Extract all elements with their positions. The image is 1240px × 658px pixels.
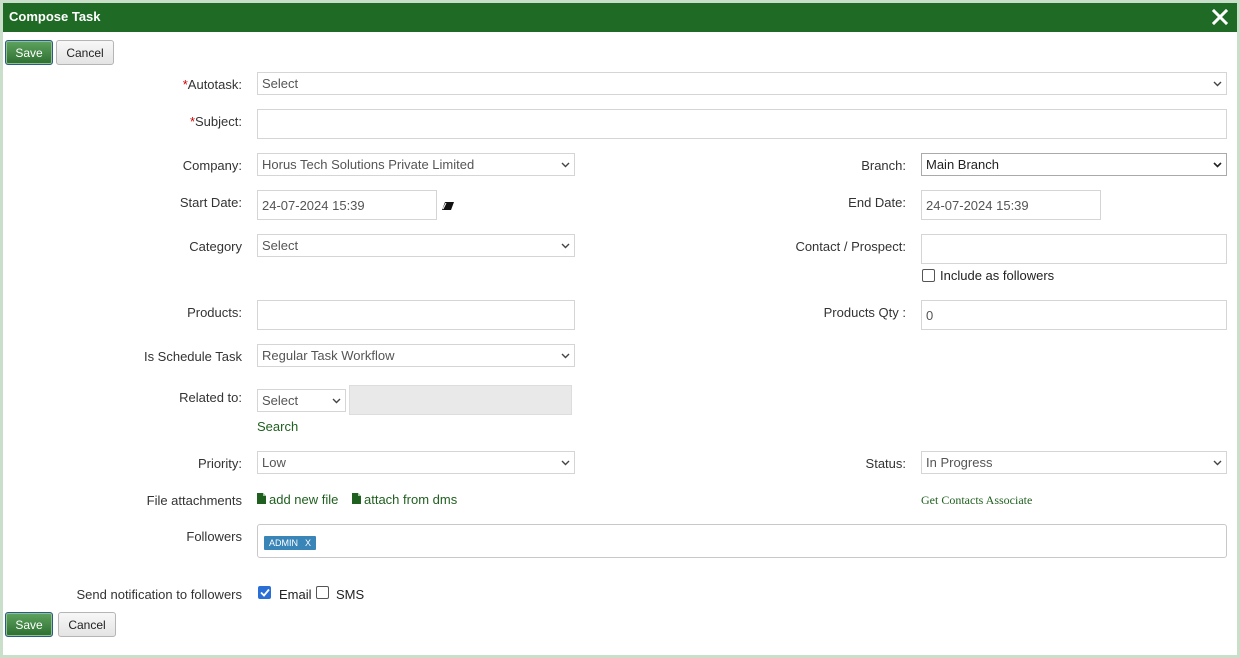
contact-label: Contact / Prospect: [795,239,906,254]
add-new-file-link[interactable]: add new file [257,492,338,507]
schedule-value: Regular Task Workflow [262,348,395,363]
status-value: In Progress [926,455,993,470]
eraser-icon[interactable] [441,199,455,214]
email-label: Email [279,587,312,602]
dialog-titlebar: Compose Task [3,3,1237,32]
branch-select[interactable]: Main Branch [921,153,1227,176]
chevron-down-icon [1212,79,1222,89]
related-value: Select [262,393,299,408]
start-date-input[interactable]: 24-07-2024 15:39 [257,190,437,220]
dialog-title: Compose Task [9,9,101,24]
products-qty-label: Products Qty : [823,305,906,320]
checkmark-icon [259,588,270,597]
subject-label: *Subject: [189,114,242,129]
include-followers-checkbox[interactable] [922,269,935,282]
priority-value: Low [262,455,286,470]
follower-tag-remove[interactable]: X [305,538,311,548]
autotask-value: Select [262,76,299,91]
cancel-button-bottom[interactable]: Cancel [58,612,116,637]
chevron-down-icon [1212,160,1222,170]
save-button-top[interactable]: Save [5,40,53,65]
related-search-box [349,385,572,415]
end-date-label: End Date: [848,195,906,210]
status-select[interactable]: In Progress [921,451,1227,474]
subject-input[interactable] [257,109,1227,139]
autotask-label: *Autotask: [182,77,242,92]
start-date-label: Start Date: [179,195,242,210]
company-select[interactable]: Horus Tech Solutions Private Limited [257,153,575,176]
category-select[interactable]: Select [257,234,575,257]
category-value: Select [262,238,299,253]
sms-checkbox[interactable] [316,586,329,599]
follower-tag: ADMIN X [264,536,317,550]
end-date-input[interactable]: 24-07-2024 15:39 [921,190,1101,220]
get-contacts-associate-link[interactable]: Get Contacts Associate [921,493,1032,508]
products-label: Products: [187,305,242,320]
close-icon[interactable] [1209,6,1231,28]
sms-label: SMS [336,587,365,602]
save-button-bottom[interactable]: Save [5,612,53,637]
contact-input[interactable] [921,234,1227,264]
follower-tag-label: ADMIN [269,538,298,548]
attachments-label: File attachments [146,493,242,508]
chevron-down-icon [560,160,570,170]
chevron-down-icon [1212,458,1222,468]
branch-value: Main Branch [926,157,999,172]
priority-label: Priority: [197,456,242,471]
company-label: Company: [182,158,242,173]
products-input[interactable] [257,300,575,330]
compose-task-dialog: Compose Task Save Cancel *Autotask: Sele… [0,0,1240,658]
branch-label: Branch: [861,158,906,173]
chevron-down-icon [331,396,341,406]
autotask-select[interactable]: Select [257,72,1227,95]
followers-input[interactable] [257,524,1227,558]
company-value: Horus Tech Solutions Private Limited [262,157,475,172]
followers-label: Followers [186,529,242,544]
chevron-down-icon [560,458,570,468]
schedule-select[interactable]: Regular Task Workflow [257,344,575,367]
status-label: Status: [865,456,906,471]
cancel-button-top[interactable]: Cancel [56,40,114,65]
notify-label: Send notification to followers [76,587,242,602]
products-qty-input[interactable]: 0 [921,300,1227,330]
file-icon [257,492,266,507]
priority-select[interactable]: Low [257,451,575,474]
category-label: Category [189,239,242,254]
related-search-link[interactable]: Search [257,419,298,434]
related-select[interactable]: Select [257,389,346,412]
file-icon [352,492,361,507]
related-label: Related to: [179,390,242,405]
add-new-file-text: add new file [269,492,339,507]
chevron-down-icon [560,241,570,251]
schedule-label: Is Schedule Task [143,349,242,364]
include-followers-label: Include as followers [940,268,1055,283]
email-checkbox[interactable] [258,586,271,599]
attach-from-dms-link[interactable]: attach from dms [352,492,457,507]
attach-from-dms-text: attach from dms [364,492,458,507]
chevron-down-icon [560,351,570,361]
